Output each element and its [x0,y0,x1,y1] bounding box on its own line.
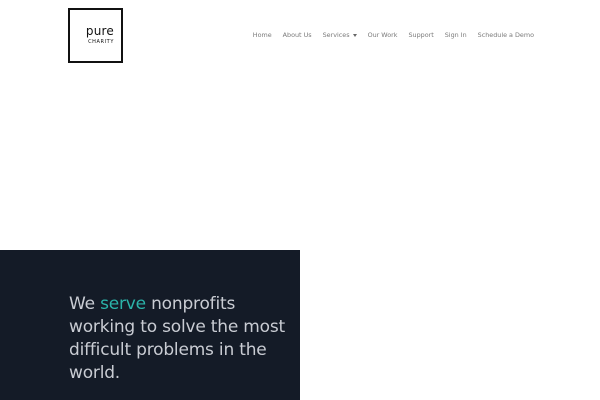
hero-headline: We serve nonprofits working to solve the… [69,293,294,385]
nav-sign-in-label: Sign In [444,31,467,39]
logo-subword: CHARITY [88,39,114,45]
nav-home[interactable]: Home [253,31,272,39]
nav-support[interactable]: Support [408,31,433,39]
hero-accent-word: serve [100,294,146,314]
nav-sign-in[interactable]: Sign In [445,31,467,39]
chevron-down-icon [352,34,357,37]
pure-charity-logo[interactable]: pure CHARITY [68,8,123,63]
nav-services-label: Services [322,31,350,39]
nav-about-us-label: About Us [282,31,312,39]
logo-word: pure [85,24,114,38]
page: pure CHARITY Home About Us Services Our … [0,0,600,400]
nav-our-work[interactable]: Our Work [368,31,398,39]
nav-services[interactable]: Services [323,31,357,39]
nav-schedule-demo-label: Schedule a Demo [477,31,534,39]
nav-our-work-label: Our Work [367,31,398,39]
nav-home-label: Home [252,31,272,39]
nav-support-label: Support [408,31,434,39]
hero-pre: We [69,294,101,314]
nav-about-us[interactable]: About Us [283,31,312,39]
main-nav: Home About Us Services Our Work Support … [253,31,534,39]
nav-schedule-demo[interactable]: Schedule a Demo [478,31,534,39]
